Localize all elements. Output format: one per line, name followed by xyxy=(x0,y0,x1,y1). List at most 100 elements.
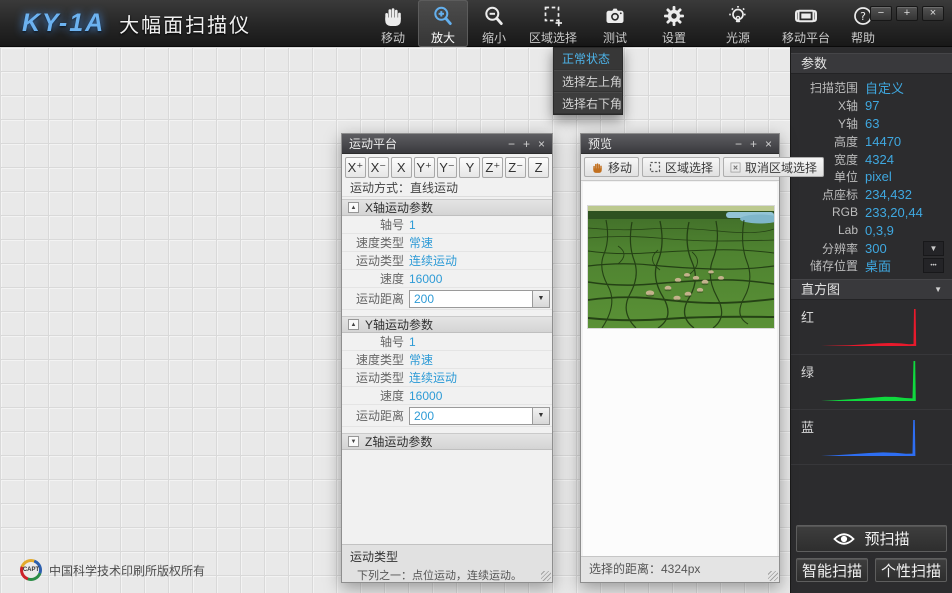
bulb-icon xyxy=(726,3,750,29)
x-motion-type-row: 运动类型 连续运动 xyxy=(342,252,552,270)
param-row-point-coord: 点座标 234,432 xyxy=(791,186,952,204)
param-row-storage-location: 储存位置 桌面 ••• xyxy=(791,257,952,275)
smart-scan-button[interactable]: 智能扫描 xyxy=(796,558,868,582)
custom-scan-button[interactable]: 个性扫描 xyxy=(875,558,947,582)
params-header: 参数 xyxy=(791,53,952,74)
app-titlebar: KY-1A 大幅面扫描仪 移动 xyxy=(0,0,952,47)
x-speed-type-row: 速度类型 常速 xyxy=(342,234,552,252)
row-value[interactable]: 16000 xyxy=(409,389,442,403)
param-value: 63 xyxy=(865,116,879,131)
collapse-toggle-icon[interactable]: ▲ xyxy=(348,319,359,330)
param-row-x-axis: X轴 97 xyxy=(791,97,952,115)
row-value[interactable]: 16000 xyxy=(409,272,442,286)
close-icon[interactable]: × xyxy=(765,134,772,154)
tool-zoom-out[interactable]: 缩小 xyxy=(468,0,520,47)
menu-item-select-bottom-right[interactable]: 选择右下角 xyxy=(554,92,622,114)
y-plus-button[interactable]: Y⁺ xyxy=(414,157,435,178)
x-plus-button[interactable]: X⁺ xyxy=(345,157,366,178)
collapse-toggle-icon[interactable]: ▼ xyxy=(348,436,359,447)
storage-browse-button[interactable]: ••• xyxy=(923,258,944,273)
minimize-button[interactable]: − xyxy=(870,6,892,21)
tool-motion-platform[interactable]: 移动平台 xyxy=(772,0,840,47)
minimize-button[interactable]: − xyxy=(508,134,515,154)
preview-cancel-region-button[interactable]: 取消区域选择 xyxy=(723,157,824,177)
row-label: 轴号 xyxy=(342,333,404,350)
close-icon[interactable]: × xyxy=(538,134,545,154)
chevron-down-icon: ▼ xyxy=(930,244,938,253)
y-minus-button[interactable]: Y⁻ xyxy=(437,157,458,178)
tool-settings[interactable]: 设置 xyxy=(644,0,704,47)
collapse-toggle-icon[interactable]: ▲ xyxy=(348,202,359,213)
param-value: 0,3,9 xyxy=(865,223,894,238)
param-value[interactable]: 桌面 xyxy=(865,256,891,275)
preview-window-title: 预览 xyxy=(588,135,612,152)
resize-grip[interactable] xyxy=(768,571,778,581)
preview-move-button[interactable]: 移动 xyxy=(584,157,639,177)
camera-icon xyxy=(603,3,627,29)
tool-light-source[interactable]: 光源 xyxy=(704,0,772,47)
minimize-button[interactable]: − xyxy=(735,134,742,154)
tool-light-source-label: 光源 xyxy=(726,29,750,46)
menu-item-select-top-left[interactable]: 选择左上角 xyxy=(554,70,622,92)
param-row-rgb: RGB 233,20,44 xyxy=(791,204,952,222)
chevron-down-icon[interactable]: ▼ xyxy=(532,408,549,424)
resolution-dropdown-button[interactable]: ▼ xyxy=(923,241,944,256)
hint-text: 下列之一：点位运动，连续运动。 xyxy=(350,567,552,583)
prescan-button[interactable]: 预扫描 xyxy=(796,525,947,552)
prescan-button-label: 预扫描 xyxy=(864,528,909,549)
z-axis-section-header[interactable]: ▼ Z轴运动参数 xyxy=(342,433,552,450)
param-label: 分辨率 xyxy=(791,240,858,257)
row-value[interactable]: 连续运动 xyxy=(409,369,457,386)
preview-window-titlebar[interactable]: 预览 − + × xyxy=(581,134,779,154)
row-value: 1 xyxy=(409,218,416,232)
preview-region-select-button[interactable]: 区域选择 xyxy=(642,157,720,177)
window-controls: − + × xyxy=(870,6,944,21)
tool-motion-platform-label: 移动平台 xyxy=(782,29,830,46)
z-stop-button[interactable]: Z xyxy=(528,157,549,178)
maximize-button[interactable]: + xyxy=(896,6,918,21)
histogram-collapse-icon[interactable]: ▼ xyxy=(934,279,942,300)
param-value: 233,20,44 xyxy=(865,205,923,220)
tool-region-select[interactable]: 区域选择 xyxy=(520,0,586,47)
tool-region-select-label: 区域选择 xyxy=(529,29,577,46)
row-value[interactable]: 常速 xyxy=(409,234,433,251)
close-icon xyxy=(730,162,741,173)
y-axis-section-header[interactable]: ▲ Y轴运动参数 xyxy=(342,316,552,333)
close-button[interactable]: × xyxy=(922,6,944,21)
resize-grip[interactable] xyxy=(541,571,551,581)
menu-item-normal-state[interactable]: 正常状态 xyxy=(554,48,622,70)
copyright-text: 中国科学技术印刷所版权所有 xyxy=(49,562,205,579)
param-row-lab: Lab 0,3,9 xyxy=(791,221,952,239)
hand-icon xyxy=(591,161,604,174)
smart-scan-label: 智能扫描 xyxy=(802,560,862,581)
row-value[interactable]: 连续运动 xyxy=(409,252,457,269)
motion-window-titlebar[interactable]: 运动平台 − + × xyxy=(342,134,552,154)
x-minus-button[interactable]: X⁻ xyxy=(368,157,389,178)
preview-photo[interactable] xyxy=(588,206,774,328)
preview-window: 预览 − + × 移动 区域选择 xyxy=(580,133,780,583)
param-row-height: 高度 14470 xyxy=(791,132,952,150)
row-value[interactable]: 常速 xyxy=(409,351,433,368)
y-stop-button[interactable]: Y xyxy=(459,157,480,178)
tool-test[interactable]: 测试 xyxy=(586,0,644,47)
histogram-header: 直方图 ▼ xyxy=(791,279,952,300)
tool-move[interactable]: 移动 xyxy=(368,0,418,47)
z-minus-button[interactable]: Z⁻ xyxy=(505,157,526,178)
chevron-down-icon[interactable]: ▼ xyxy=(532,291,549,307)
tool-zoom-in[interactable]: 放大 xyxy=(418,0,468,47)
x-axis-section-header[interactable]: ▲ X轴运动参数 xyxy=(342,199,552,216)
param-value: pixel xyxy=(865,169,892,184)
maximize-button[interactable]: + xyxy=(750,134,757,154)
maximize-button[interactable]: + xyxy=(523,134,530,154)
scanner-app-window: CAPT 中国科学技术印刷所版权所有 KY-1A 大幅面扫描仪 xyxy=(0,0,952,593)
x-stop-button[interactable]: X xyxy=(391,157,412,178)
tool-settings-label: 设置 xyxy=(662,29,686,46)
param-value[interactable]: 自定义 xyxy=(865,78,904,97)
param-value[interactable]: 300 xyxy=(865,241,887,256)
x-distance-combobox[interactable]: 200 ▼ xyxy=(409,290,550,308)
y-motion-type-row: 运动类型 连续运动 xyxy=(342,369,552,387)
z-plus-button[interactable]: Z⁺ xyxy=(482,157,503,178)
y-distance-combobox[interactable]: 200 ▼ xyxy=(409,407,550,425)
param-label: X轴 xyxy=(791,97,858,114)
zoom-out-icon xyxy=(482,3,506,29)
